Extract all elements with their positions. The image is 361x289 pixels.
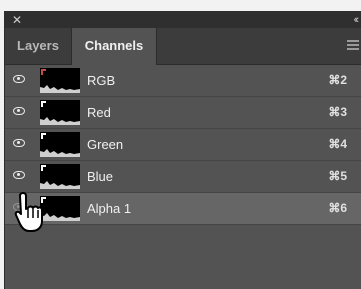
hand-cursor-icon — [14, 192, 43, 232]
channel-thumbnail — [40, 100, 80, 125]
panel-tab-bar: Layers Channels — [5, 28, 361, 65]
channel-name: Blue — [87, 169, 114, 184]
channel-thumbnail — [40, 68, 80, 93]
eye-icon[interactable] — [13, 139, 25, 147]
panel-menu-icon[interactable] — [347, 40, 359, 50]
channel-shortcut: ⌘6 — [328, 201, 347, 215]
channel-shortcut: ⌘3 — [328, 105, 347, 119]
channel-row-red[interactable]: Red ⌘3 — [5, 97, 361, 129]
channel-list: RGB ⌘2 Red ⌘3 Green ⌘4 Blue ⌘5 Alpha 1 ⌘… — [5, 65, 361, 225]
channel-thumbnail — [40, 164, 80, 189]
channels-panel: ✕ ‹‹ Layers Channels RGB ⌘2 Red ⌘3 Green… — [5, 12, 361, 289]
channel-name: RGB — [87, 73, 116, 88]
channel-shortcut: ⌘2 — [328, 73, 347, 87]
tab-layers[interactable]: Layers — [5, 28, 71, 64]
eye-icon[interactable] — [13, 107, 25, 115]
eye-icon[interactable] — [13, 75, 25, 83]
tab-channels[interactable]: Channels — [71, 28, 157, 65]
collapse-panel-icon[interactable]: ‹‹ — [354, 13, 360, 27]
close-icon[interactable]: ✕ — [12, 13, 22, 27]
channel-row-alpha-1[interactable]: Alpha 1 ⌘6 — [5, 193, 361, 225]
channel-name: Red — [87, 105, 111, 120]
channel-shortcut: ⌘5 — [328, 169, 347, 183]
eye-icon[interactable] — [13, 171, 25, 179]
channel-row-blue[interactable]: Blue ⌘5 — [5, 161, 361, 193]
panel-title-bar: ✕ ‹‹ — [5, 12, 361, 28]
channel-shortcut: ⌘4 — [328, 137, 347, 151]
channel-name: Green — [87, 137, 124, 152]
channel-row-green[interactable]: Green ⌘4 — [5, 129, 361, 161]
channel-thumbnail — [40, 132, 80, 157]
channel-name: Alpha 1 — [87, 201, 132, 216]
channel-row-rgb[interactable]: RGB ⌘2 — [5, 65, 361, 97]
